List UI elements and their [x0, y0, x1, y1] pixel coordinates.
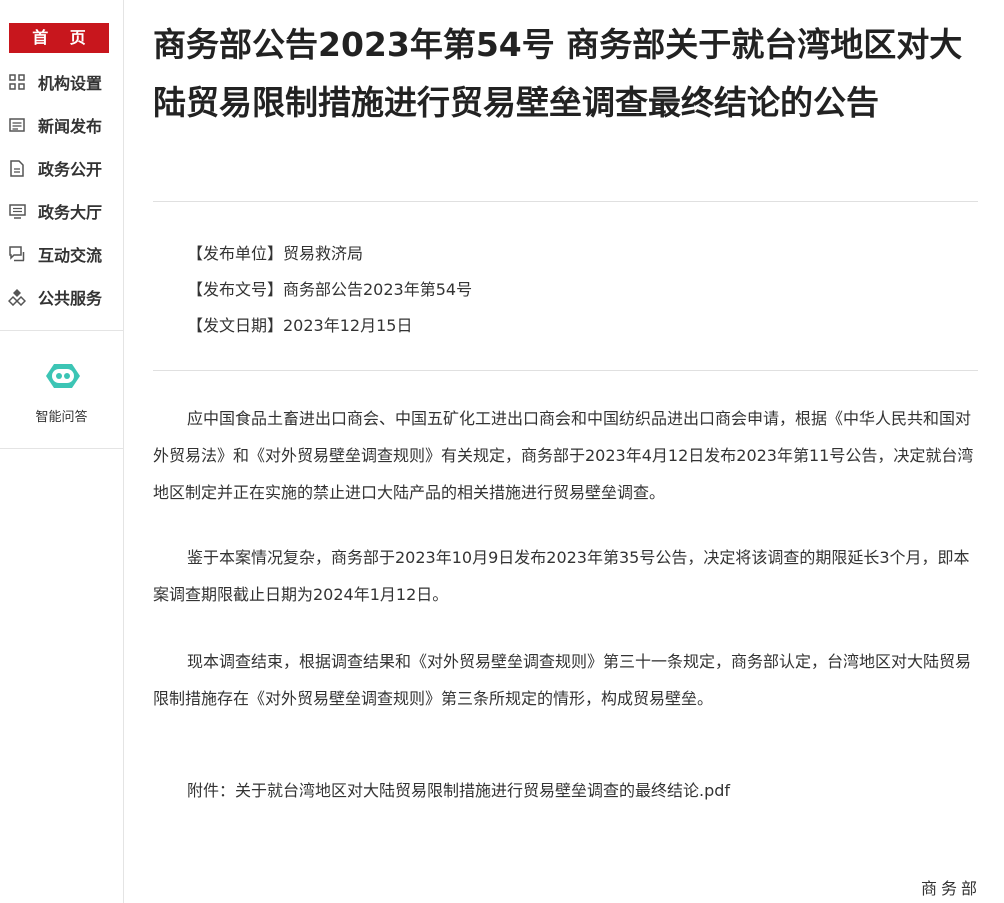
- sidebar-item-label: 政务公开: [38, 160, 103, 179]
- signature: 商务部: [920, 879, 981, 898]
- sidebar-item-news[interactable]: 新闻发布: [8, 110, 118, 140]
- sidebar-item-organization[interactable]: 机构设置: [8, 67, 118, 97]
- sidebar-item-interaction[interactable]: 互动交流: [8, 239, 118, 269]
- paragraph: 应中国食品土畜进出口商会、中国五矿化工进出口商会和中国纺织品进出口商会申请，根据…: [153, 409, 974, 502]
- sidebar-item-service-hall[interactable]: 政务大厅: [8, 196, 118, 226]
- paragraph: 现本调查结束，根据调查结果和《对外贸易壁垒调查规则》第三十一条规定，商务部认定，…: [153, 652, 972, 708]
- grid-icon: [8, 73, 26, 91]
- sidebar-item-label: 新闻发布: [38, 117, 103, 136]
- sidebar-divider: [0, 448, 123, 449]
- sidebar-item-government-affairs[interactable]: 政务公开: [8, 153, 118, 183]
- publish-unit: 【发布单位】贸易救济局: [187, 244, 364, 263]
- home-button[interactable]: 首 页: [9, 23, 109, 53]
- sidebar-item-label: 政务大厅: [38, 203, 103, 222]
- sidebar-item-label: 公共服务: [38, 289, 103, 308]
- page-title: 商务部公告2023年第54号 商务部关于就台湾地区对大陆贸易限制措施进行贸易壁垒…: [153, 25, 963, 122]
- sidebar-divider: [0, 330, 123, 331]
- assistant-label[interactable]: 智能问答: [0, 406, 123, 425]
- sidebar-item-label: 互动交流: [38, 246, 103, 265]
- robot-assistant-icon[interactable]: [38, 356, 88, 396]
- chat-icon: [8, 245, 26, 263]
- document-icon: [8, 159, 26, 177]
- publish-date: 【发文日期】2023年12月15日: [187, 316, 413, 335]
- service-icon: [8, 288, 26, 306]
- sidebar-item-public-service[interactable]: 公共服务: [8, 282, 118, 312]
- paragraph: 鉴于本案情况复杂，商务部于2023年10月9日发布2023年第35号公告，决定将…: [153, 548, 970, 604]
- sidebar-item-label: 机构设置: [38, 74, 103, 93]
- attachment-link[interactable]: 附件：关于就台湾地区对大陆贸易限制措施进行贸易壁垒调查的最终结论.pdf: [187, 777, 730, 801]
- sidebar: 首 页 机构设置 新闻发布 政务公开 政务大厅 互动交流 公共服务 智能问答: [0, 0, 124, 903]
- meta-divider: [153, 370, 978, 371]
- document-number: 【发布文号】商务部公告2023年第54号: [187, 280, 473, 299]
- title-divider: [153, 201, 978, 202]
- monitor-icon: [8, 202, 26, 220]
- newspaper-icon: [8, 116, 26, 134]
